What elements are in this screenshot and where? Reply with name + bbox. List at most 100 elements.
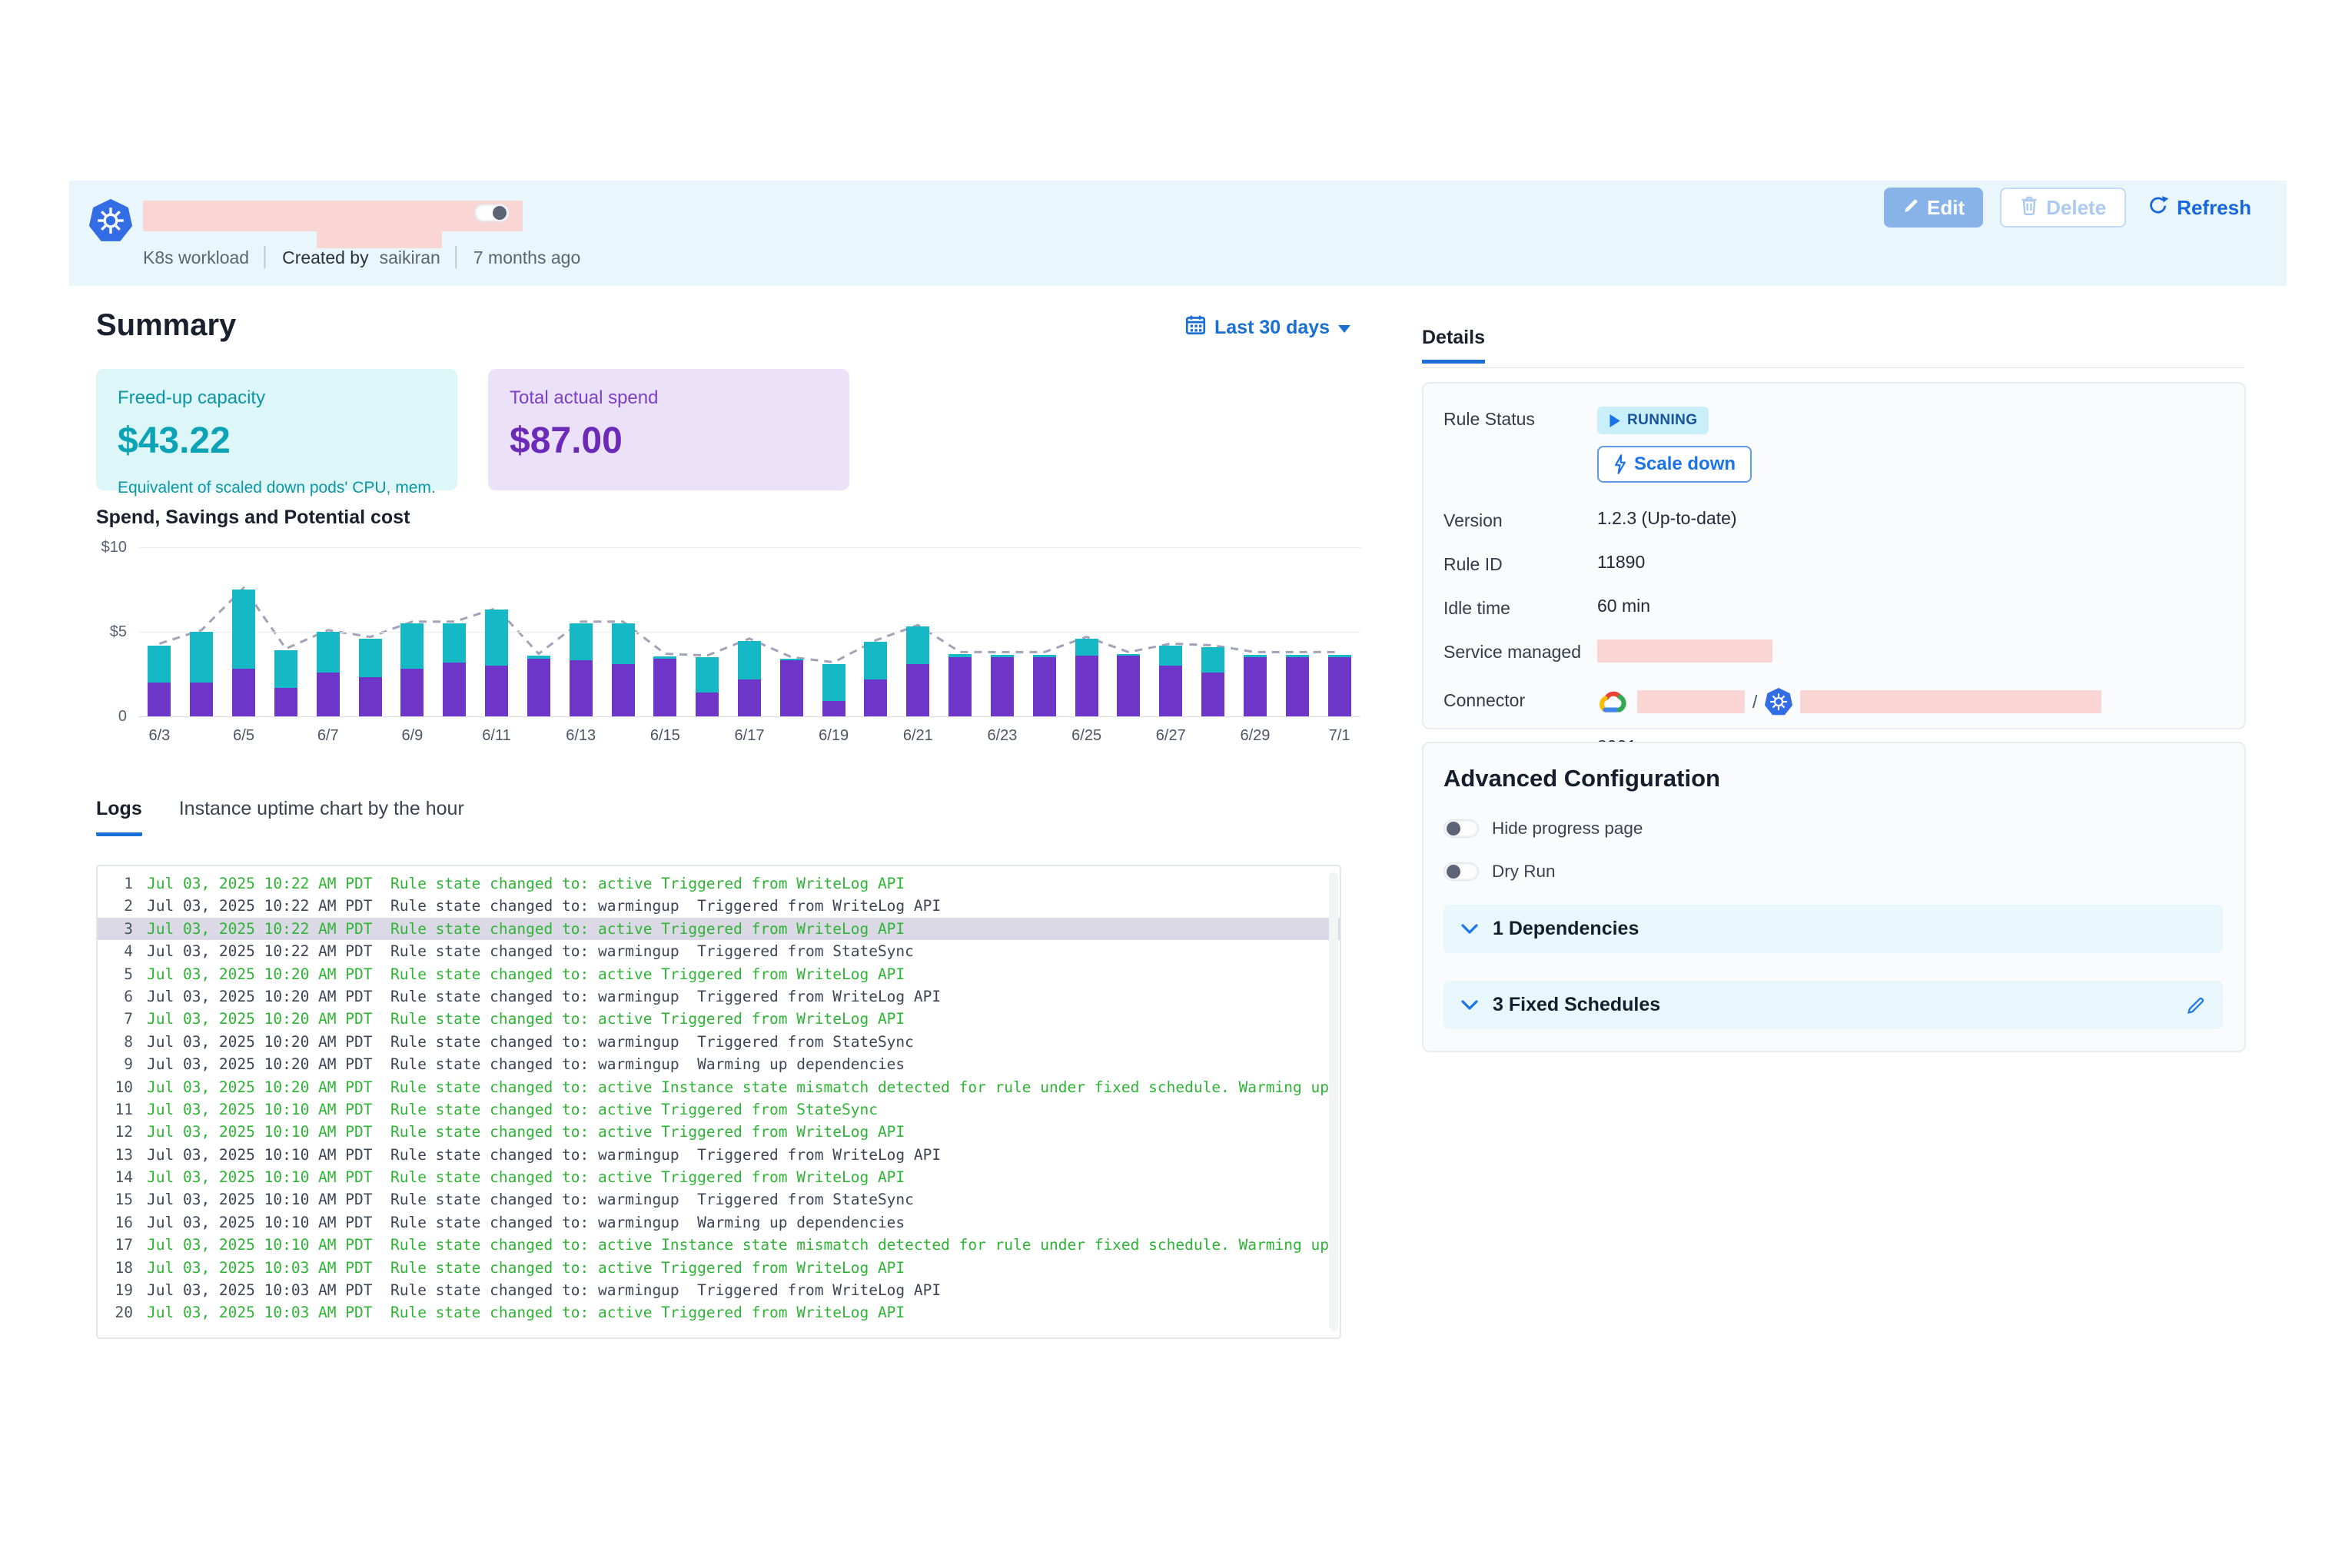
bar-savings[interactable] (738, 641, 761, 679)
log-row[interactable]: 16Jul 03, 2025 10:10 AM PDT Rule state c… (98, 1211, 1340, 1234)
bar-savings[interactable] (232, 590, 255, 669)
toggle-switch[interactable] (1443, 819, 1479, 838)
log-row[interactable]: 15Jul 03, 2025 10:10 AM PDT Rule state c… (98, 1188, 1340, 1211)
bar-spend[interactable] (1159, 666, 1182, 716)
bar-savings[interactable] (527, 656, 550, 659)
bar-spend[interactable] (317, 673, 340, 716)
date-range-selector[interactable]: Last 30 days (1185, 314, 1350, 341)
bar-spend[interactable] (1075, 656, 1098, 716)
bar-spend[interactable] (612, 664, 635, 716)
edit-button[interactable]: Edit (1884, 188, 1983, 228)
bar-savings[interactable] (864, 642, 887, 679)
expandable-section-1-dependencies[interactable]: 1 Dependencies (1443, 905, 2223, 953)
bar-savings[interactable] (653, 656, 676, 659)
bar-savings[interactable] (1201, 647, 1224, 673)
log-row[interactable]: 1Jul 03, 2025 10:22 AM PDT Rule state ch… (98, 872, 1340, 895)
bar-savings[interactable] (359, 639, 382, 678)
log-row[interactable]: 10Jul 03, 2025 10:20 AM PDT Rule state c… (98, 1076, 1340, 1098)
bar-savings[interactable] (485, 610, 508, 666)
log-row[interactable]: 3Jul 03, 2025 10:22 AM PDT Rule state ch… (98, 918, 1340, 940)
bar-spend[interactable] (653, 659, 676, 716)
log-row[interactable]: 19Jul 03, 2025 10:03 AM PDT Rule state c… (98, 1279, 1340, 1301)
bar-spend[interactable] (696, 693, 719, 716)
log-viewer[interactable]: 1Jul 03, 2025 10:22 AM PDT Rule state ch… (96, 865, 1341, 1339)
bar-savings[interactable] (948, 654, 972, 657)
log-row[interactable]: 20Jul 03, 2025 10:03 AM PDT Rule state c… (98, 1301, 1340, 1324)
bar-spend[interactable] (1328, 657, 1351, 716)
bar-spend[interactable] (948, 657, 972, 716)
bar-savings[interactable] (906, 626, 929, 663)
tab-instance-uptime[interactable]: Instance uptime chart by the hour (179, 798, 464, 832)
bar-spend[interactable] (190, 683, 213, 716)
bar-spend[interactable] (738, 679, 761, 716)
log-row[interactable]: 12Jul 03, 2025 10:10 AM PDT Rule state c… (98, 1121, 1340, 1143)
workload-power-toggle[interactable] (474, 204, 510, 222)
bar-spend[interactable] (864, 679, 887, 716)
log-row[interactable]: 13Jul 03, 2025 10:10 AM PDT Rule state c… (98, 1144, 1340, 1166)
bar-spend[interactable] (1117, 656, 1140, 716)
bar-savings[interactable] (991, 655, 1014, 657)
bar-savings[interactable] (1328, 655, 1351, 657)
log-message: Jul 03, 2025 10:20 AM PDT Rule state cha… (147, 1076, 1329, 1098)
delete-button[interactable]: Delete (2000, 188, 2126, 228)
bar-savings[interactable] (1033, 655, 1056, 657)
bar-savings[interactable] (822, 664, 845, 701)
bar-savings[interactable] (148, 646, 171, 683)
bar-spend[interactable] (1286, 657, 1309, 716)
log-row[interactable]: 17Jul 03, 2025 10:10 AM PDT Rule state c… (98, 1234, 1340, 1256)
bar-spend[interactable] (822, 701, 845, 716)
log-row[interactable]: 6Jul 03, 2025 10:20 AM PDT Rule state ch… (98, 985, 1340, 1008)
bar-spend[interactable] (1201, 673, 1224, 716)
bar-savings[interactable] (1075, 639, 1098, 656)
bar-spend[interactable] (527, 659, 550, 716)
log-row[interactable]: 14Jul 03, 2025 10:10 AM PDT Rule state c… (98, 1166, 1340, 1188)
bar-spend[interactable] (443, 663, 466, 716)
tab-logs[interactable]: Logs (96, 798, 142, 836)
refresh-button[interactable]: Refresh (2143, 188, 2256, 228)
log-row[interactable]: 9Jul 03, 2025 10:20 AM PDT Rule state ch… (98, 1053, 1340, 1075)
bar-savings[interactable] (1159, 646, 1182, 666)
log-row[interactable]: 2Jul 03, 2025 10:22 AM PDT Rule state ch… (98, 895, 1340, 917)
edit-schedules-icon[interactable] (2186, 995, 2206, 1015)
bar-spend[interactable] (274, 688, 297, 716)
bar-savings[interactable] (443, 623, 466, 663)
bar-savings[interactable] (612, 623, 635, 664)
log-scrollbar[interactable] (1329, 872, 1338, 1331)
bar-spend[interactable] (232, 669, 255, 716)
bar-spend[interactable] (148, 683, 171, 716)
log-message: Jul 03, 2025 10:22 AM PDT Rule state cha… (147, 895, 941, 917)
log-row[interactable]: 7Jul 03, 2025 10:20 AM PDT Rule state ch… (98, 1008, 1340, 1030)
calendar-icon (1185, 314, 1206, 341)
expandable-section-3-fixed-schedules[interactable]: 3 Fixed Schedules (1443, 981, 2223, 1029)
log-line-number: 11 (98, 1098, 133, 1121)
scale-down-button[interactable]: Scale down (1597, 446, 1752, 483)
app-window: K8s workload │ Created by saikiran │ 7 m… (69, 181, 2287, 1430)
bar-savings[interactable] (1244, 655, 1267, 657)
bar-savings[interactable] (190, 632, 213, 683)
log-row[interactable]: 8Jul 03, 2025 10:20 AM PDT Rule state ch… (98, 1031, 1340, 1053)
bar-savings[interactable] (696, 657, 719, 693)
bar-spend[interactable] (359, 677, 382, 716)
bar-savings[interactable] (780, 659, 803, 660)
bar-spend[interactable] (1244, 657, 1267, 716)
log-row[interactable]: 11Jul 03, 2025 10:10 AM PDT Rule state c… (98, 1098, 1340, 1121)
bar-spend[interactable] (991, 657, 1014, 716)
bar-savings[interactable] (400, 623, 424, 669)
log-row[interactable]: 4Jul 03, 2025 10:22 AM PDT Rule state ch… (98, 940, 1340, 962)
tab-details[interactable]: Details (1422, 327, 1485, 364)
bar-savings[interactable] (317, 632, 340, 673)
bar-spend[interactable] (780, 660, 803, 716)
bar-spend[interactable] (485, 666, 508, 716)
bar-savings[interactable] (1286, 655, 1309, 657)
bar-spend[interactable] (400, 669, 424, 716)
bar-savings[interactable] (1117, 654, 1140, 656)
log-row[interactable]: 18Jul 03, 2025 10:03 AM PDT Rule state c… (98, 1257, 1340, 1279)
bar-spend[interactable] (906, 664, 929, 716)
card-note: Equivalent of scaled down pods' CPU, mem… (118, 479, 436, 497)
bar-savings[interactable] (274, 650, 297, 687)
bar-spend[interactable] (1033, 657, 1056, 716)
toggle-switch[interactable] (1443, 862, 1479, 881)
bar-spend[interactable] (570, 660, 593, 716)
log-row[interactable]: 5Jul 03, 2025 10:20 AM PDT Rule state ch… (98, 963, 1340, 985)
bar-savings[interactable] (570, 623, 593, 660)
